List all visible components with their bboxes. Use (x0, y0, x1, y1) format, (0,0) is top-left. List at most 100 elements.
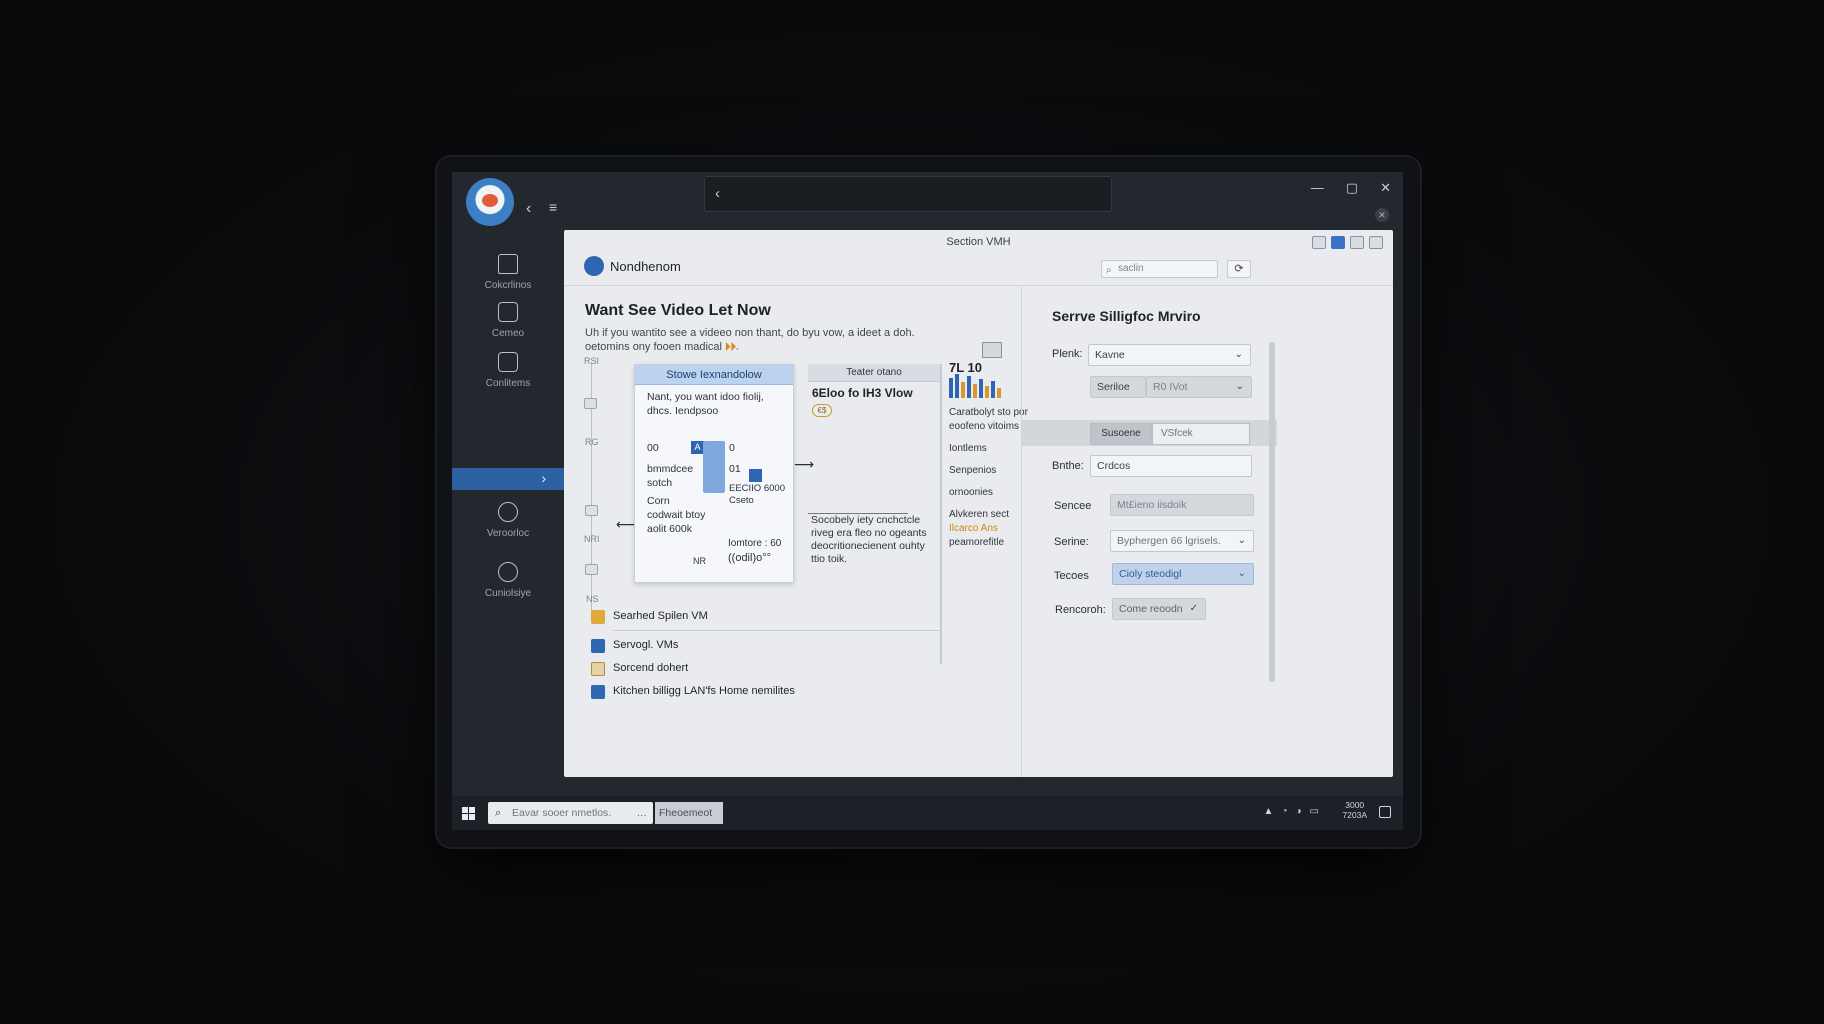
field-label: Rencoroh: (1055, 604, 1106, 616)
side-list-item[interactable]: peamorefitle (949, 536, 1029, 550)
refresh-button[interactable]: ⟳ (1227, 260, 1251, 278)
chevron-down-icon: ⌄ (1234, 349, 1243, 360)
plenk-select[interactable]: Kavne ⌄ (1088, 344, 1251, 366)
check-icon: ✓ (1189, 603, 1198, 614)
sencee-input[interactable]: Mt£ieno iisdoik (1110, 494, 1254, 516)
select-value: R0 IVot (1153, 381, 1188, 393)
card-text: Corn (647, 495, 670, 507)
side-label: NS (586, 594, 599, 604)
sidebar-item-cuniolsiye[interactable]: Cuniolsiye (452, 562, 564, 614)
download-icon (498, 352, 518, 372)
list-item[interactable]: Sorcend dohert (591, 658, 941, 681)
brand-logo (584, 256, 604, 276)
sidebar-item-label: Cokcrlinos (484, 280, 532, 291)
bnthe-input[interactable]: Crdcos (1090, 455, 1252, 477)
notification-icon[interactable] (1379, 806, 1391, 818)
brand-name: Nondhenom (610, 259, 681, 274)
field-label: Seriloe (1097, 381, 1130, 393)
content-description-accent: ⏵⏵. (725, 341, 740, 353)
minimize-button[interactable]: — (1311, 180, 1324, 196)
search-placeholder: saclin (1118, 263, 1144, 274)
content-description-text: Uh if you wantito see a videeo non thant… (585, 327, 915, 353)
list-item-label: Servogl. VMs (613, 639, 679, 651)
list-item-label: Searhed Spilen VM (613, 610, 708, 622)
list-item[interactable]: Kitchen billigg LAN'fs Home nemilites (591, 681, 941, 704)
folder-icon (591, 610, 605, 624)
coin-icon: €$ (812, 404, 832, 417)
app-logo[interactable] (466, 178, 514, 226)
side-list-item[interactable]: ornoonies (949, 486, 1029, 500)
pin-icon[interactable]: ✕ (1375, 208, 1389, 222)
sidebar-item-cemeo[interactable]: Cemeo (452, 302, 564, 354)
toolbar-icon[interactable] (1350, 236, 1364, 249)
document-icon (591, 662, 605, 676)
maximize-button[interactable]: ▢ (1346, 180, 1358, 196)
sidebar-item-label: Conlitems (485, 378, 531, 389)
square-icon (498, 302, 518, 322)
tray-volume-icon[interactable]: ◑ (1296, 806, 1302, 817)
address-bar[interactable]: ‹ (704, 176, 1112, 212)
tecoes-select[interactable]: Cioly steodigl ⌄ (1112, 563, 1254, 585)
mini-chart-bar (961, 382, 965, 398)
panel-title: Section VMH (946, 236, 1011, 248)
side-list-item[interactable]: Caratbolyt sto por eoofeno vitoims (949, 406, 1029, 434)
toolbar-icon[interactable] (1369, 236, 1383, 249)
card-text: sotch (647, 477, 673, 489)
card-footer: ((odil)o°° (728, 552, 772, 564)
seriloe-select[interactable]: R0 IVot ⌄ (1146, 376, 1252, 398)
tray-up-icon[interactable]: ▲ (1264, 806, 1274, 817)
side-label: NRI (584, 534, 600, 544)
sidebar-item-home[interactable]: Cokcrlinos (452, 254, 564, 306)
chevron-down-icon: ⌄ (1237, 568, 1246, 579)
search-input[interactable]: ⌕ saclin (1101, 260, 1218, 278)
toolbar-icon-active[interactable] (1331, 236, 1345, 249)
card-value: 00 (647, 442, 659, 454)
sidebar-active-indicator[interactable]: › (452, 468, 564, 490)
list-item[interactable]: Servogl. VMs (591, 635, 941, 658)
mini-chart-bar (997, 388, 1001, 398)
start-icon[interactable] (462, 807, 475, 820)
rencoroh-select[interactable]: Come reoodn ✓ (1112, 598, 1206, 620)
sidebar: Cokcrlinos Cemeo Conlitems › Veroorloc C… (452, 232, 564, 792)
card-code: Cseto (729, 495, 754, 506)
address-back-icon[interactable]: ‹ (715, 185, 720, 202)
image-icon[interactable] (585, 505, 598, 516)
image-icon[interactable] (584, 398, 597, 409)
toolbar-icon[interactable] (1312, 236, 1326, 249)
mini-chart: 7L 10 (949, 342, 1009, 398)
taskbar-app[interactable]: Fheoemeot (655, 802, 723, 824)
seriloe-label-box: Seriloe (1090, 376, 1146, 398)
taskbar-search-input[interactable]: ⌕ Eavar sooer nmetlos. … (488, 802, 653, 824)
menu-icon[interactable]: ≡ (549, 199, 557, 215)
refresh-icon (498, 562, 518, 582)
side-list-item-warning[interactable]: Ilcarco Ans (949, 522, 1029, 536)
list-item[interactable]: Searhed Spilen VM (591, 606, 941, 629)
panel-toolbar (1312, 236, 1383, 249)
tray-battery-icon[interactable]: ▭ (1310, 806, 1319, 817)
chevron-down-icon: ⌄ (1235, 381, 1244, 392)
sidebar-item-veroorloc[interactable]: Veroorloc (452, 502, 564, 554)
card-bar (703, 441, 725, 493)
mini-chart-label: 7L 10 (949, 360, 983, 375)
segment-active[interactable]: Susoene (1090, 423, 1152, 445)
scrollbar[interactable] (1269, 342, 1275, 682)
mini-chart-bar (955, 374, 959, 398)
mini-chart-bar (949, 378, 953, 398)
shield-icon (591, 639, 605, 653)
field-label: Plenk: (1052, 348, 1083, 360)
back-icon[interactable]: ‹ (526, 200, 531, 218)
tray-network-icon[interactable]: ◔ (1281, 806, 1287, 817)
input-value: Mt£ieno iisdoik (1117, 499, 1187, 511)
serine-select[interactable]: Byphergen 66 lgrisels. ⌄ (1110, 530, 1254, 552)
side-list-item[interactable]: Alvkeren sect (949, 508, 1029, 522)
side-list-item[interactable]: Senpenios (949, 464, 1029, 478)
image-icon[interactable] (585, 564, 598, 575)
settings-panel: Serrve Silligfoc Mrviro Plenk: Kavne ⌄ S… (1022, 286, 1277, 777)
side-list-item[interactable]: Iontlems (949, 442, 1029, 456)
segment-option[interactable]: VSfcek (1152, 423, 1250, 445)
close-button[interactable]: ✕ (1380, 180, 1391, 196)
detail-card[interactable]: Stowe Iexnandolow Nant, you want idoo fi… (634, 364, 794, 583)
clock[interactable]: 3000 7203A (1342, 800, 1367, 820)
sidebar-item-conlitems[interactable]: Conlitems (452, 352, 564, 404)
more-icon[interactable]: … (637, 802, 648, 824)
